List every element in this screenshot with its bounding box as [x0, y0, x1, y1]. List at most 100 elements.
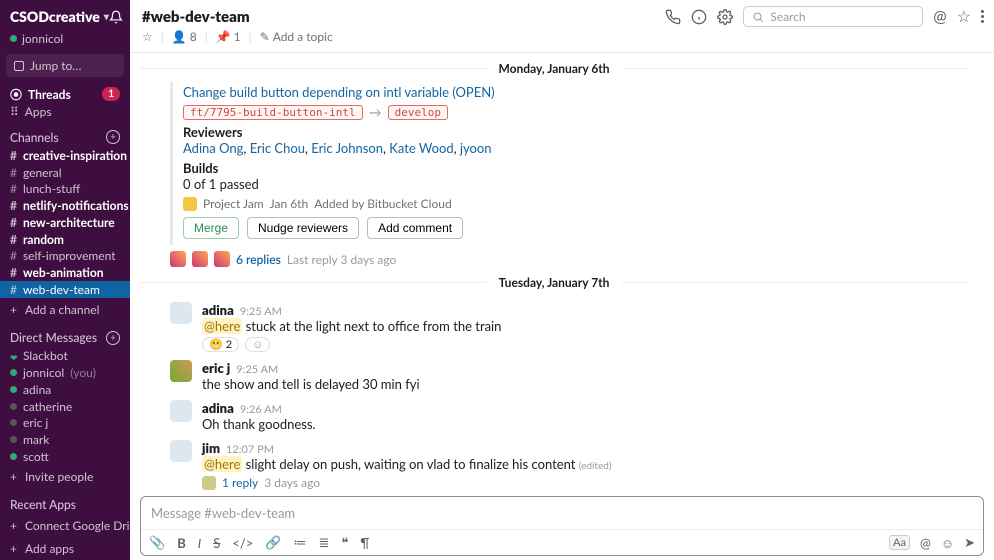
gear-icon[interactable]	[717, 9, 733, 25]
dm-item[interactable]: adina	[0, 381, 130, 398]
workspace-name: CSODcreative	[10, 8, 100, 25]
invite-people[interactable]: +Invite people	[0, 465, 130, 488]
composer-placeholder[interactable]: Message #web-dev-team	[141, 497, 983, 529]
dm-item[interactable]: scott	[0, 448, 130, 465]
builds-status: 0 of 1 passed	[183, 176, 968, 192]
star-icon[interactable]: ☆	[957, 7, 971, 26]
channel-item[interactable]: #lunch-stuff	[0, 180, 130, 197]
info-icon[interactable]	[691, 9, 707, 25]
link-icon[interactable]: 🔗	[265, 534, 281, 551]
italic-icon[interactable]: I	[198, 535, 201, 551]
channel-item[interactable]: #web-dev-team	[0, 281, 130, 298]
channel-item[interactable]: #new-architecture	[0, 214, 130, 231]
ul-icon[interactable]: ≣	[318, 534, 329, 551]
mention[interactable]: @here	[202, 318, 242, 334]
msg-time: 9:25 AM	[240, 305, 282, 318]
add-comment-button[interactable]: Add comment	[367, 217, 463, 239]
nav-apps[interactable]: ⠿Apps	[0, 103, 130, 120]
msg-author[interactable]: adina	[202, 400, 234, 416]
members-icon[interactable]: 👤8	[172, 29, 197, 44]
arrow-icon: →	[369, 104, 382, 120]
msg-author[interactable]: eric j	[202, 360, 230, 376]
threads-badge: 1	[102, 87, 120, 101]
channel-item[interactable]: #creative-inspiration	[0, 147, 130, 164]
reviewer-link[interactable]: Eric Chou	[250, 140, 305, 156]
dm-label: Slackbot	[23, 348, 68, 363]
send-icon[interactable]: ➤	[964, 534, 975, 551]
nudge-button[interactable]: Nudge reviewers	[247, 217, 359, 239]
channel-star-icon[interactable]: ☆	[142, 29, 153, 44]
quote-icon[interactable]: ❝	[341, 534, 348, 551]
avatar[interactable]	[170, 360, 192, 382]
avatar[interactable]	[170, 400, 192, 422]
dm-label: catherine	[23, 399, 72, 414]
thread-summary[interactable]: 6 replies Last reply 3 days ago	[170, 251, 968, 267]
phone-icon[interactable]	[665, 9, 681, 25]
mention[interactable]: @here	[202, 456, 242, 472]
reviewer-link[interactable]: Eric Johnson	[311, 140, 383, 156]
bell-icon[interactable]	[109, 10, 123, 24]
presence-icon	[10, 386, 17, 393]
thread-replies[interactable]: 6 replies	[236, 252, 281, 267]
strike-icon[interactable]: S	[213, 535, 220, 551]
pr-status: (OPEN)	[452, 84, 494, 100]
channel-item[interactable]: #random	[0, 231, 130, 248]
reviewer-link[interactable]: jyoon	[460, 140, 492, 156]
message-list[interactable]: Monday, January 6th Change build button …	[130, 53, 994, 496]
merge-button[interactable]: Merge	[183, 217, 239, 239]
emoji-icon[interactable]: ☺	[941, 535, 954, 551]
dm-item[interactable]: ❤ Slackbot	[0, 347, 130, 364]
ol-icon[interactable]: ≔	[293, 534, 306, 551]
new-dm-icon[interactable]: +	[106, 331, 120, 345]
source-branch[interactable]: ft/7795-build-button-intl	[183, 105, 363, 120]
reviewer-link[interactable]: Kate Wood	[389, 140, 453, 156]
format-toggle[interactable]: Aa	[889, 535, 910, 550]
dm-item[interactable]: jonnicol (you)	[0, 364, 130, 381]
nav-threads[interactable]: ⦿Threads 1	[0, 85, 130, 103]
recent-app-item[interactable]: +Connect Google Drive	[0, 514, 130, 537]
message: adina9:26 AM Oh thank goodness.	[140, 394, 968, 434]
project-name[interactable]: Project Jam	[203, 196, 264, 211]
thread-avatar-icon	[214, 251, 230, 267]
codeblock-icon[interactable]: ¶	[360, 535, 369, 551]
bold-icon[interactable]: B	[177, 535, 186, 551]
jump-to[interactable]: Jump to…	[6, 54, 124, 77]
add-channel-icon[interactable]: +	[106, 130, 120, 144]
avatar[interactable]	[170, 302, 192, 324]
dm-item[interactable]: catherine	[0, 398, 130, 415]
msg-author[interactable]: adina	[202, 302, 234, 318]
reaction[interactable]: 😬 2	[202, 337, 239, 352]
slackbot-heart-icon: ❤	[10, 352, 17, 359]
pr-title[interactable]: Change build button depending on intl va…	[183, 84, 449, 100]
pin-icon[interactable]: 📌1	[216, 29, 241, 44]
dm-item[interactable]: eric j	[0, 414, 130, 431]
msg-text: @here stuck at the light next to office …	[202, 318, 938, 334]
thread-last-reply: Last reply 3 days ago	[287, 252, 397, 267]
channel-item[interactable]: #self-improvement	[0, 247, 130, 264]
code-icon[interactable]: </>	[232, 535, 253, 551]
channel-item[interactable]: #general	[0, 164, 130, 181]
current-user[interactable]: jonnicol	[0, 31, 130, 54]
add-reaction-icon[interactable]: ☺	[245, 337, 270, 352]
channel-title[interactable]: #web-dev-team	[142, 8, 250, 26]
avatar[interactable]	[170, 440, 192, 462]
message-composer[interactable]: Message #web-dev-team 📎 B I S </> 🔗 ≔ ≣ …	[140, 496, 984, 556]
add-topic[interactable]: ✎ Add a topic	[260, 29, 333, 44]
msg-author[interactable]: jim	[202, 440, 220, 456]
thread-summary[interactable]: 1 reply3 days ago	[202, 475, 938, 490]
channel-item[interactable]: #web-animation	[0, 264, 130, 281]
search-input[interactable]: Search	[743, 6, 923, 27]
mentions-icon[interactable]: @	[933, 7, 946, 26]
mention-icon[interactable]: @	[920, 535, 931, 551]
dm-item[interactable]: mark	[0, 431, 130, 448]
target-branch[interactable]: develop	[388, 105, 448, 120]
attach-icon[interactable]: 📎	[149, 534, 165, 551]
reviewer-link[interactable]: Adina Ong	[183, 140, 243, 156]
workspace-switcher[interactable]: CSODcreative ▾	[10, 8, 109, 25]
recent-app-item[interactable]: +Add apps	[0, 537, 130, 560]
channel-label: new-architecture	[23, 215, 115, 230]
reply-count[interactable]: 1 reply	[222, 475, 258, 490]
add-channel-link[interactable]: +Add a channel	[0, 298, 130, 321]
more-icon[interactable]	[981, 10, 984, 23]
channel-item[interactable]: #netlify-notifications	[0, 197, 130, 214]
